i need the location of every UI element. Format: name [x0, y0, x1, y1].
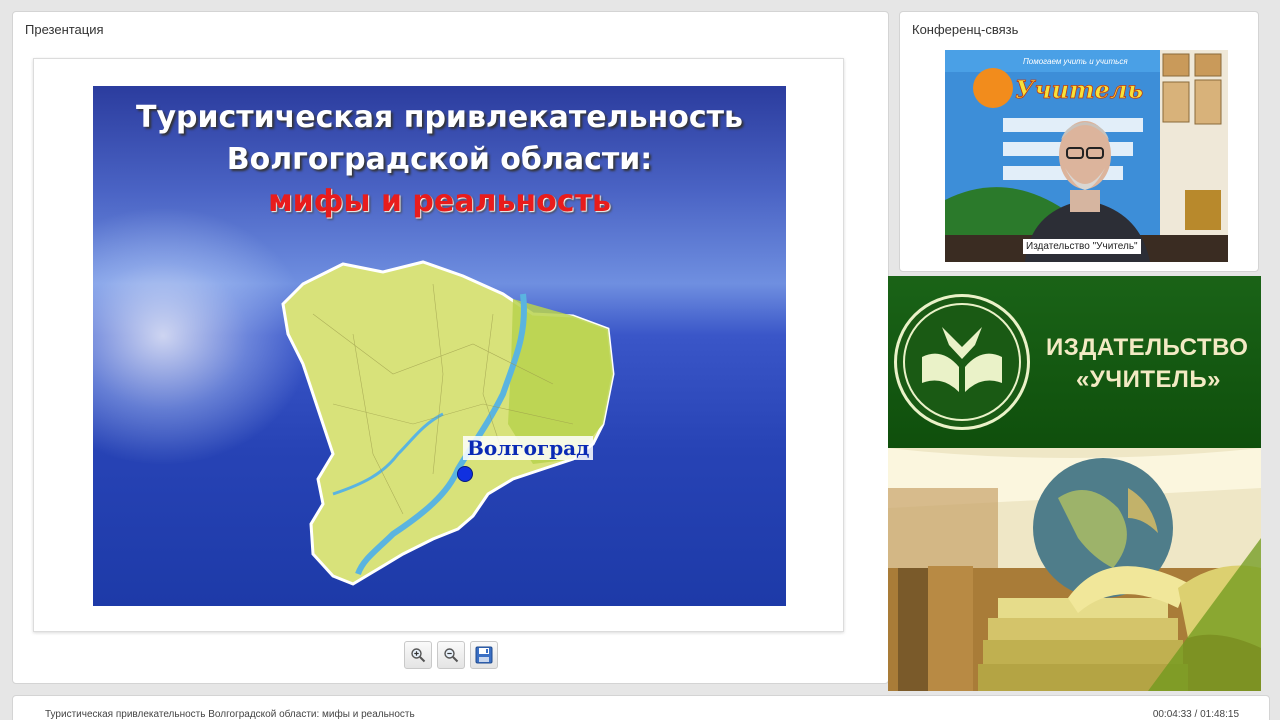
- conference-panel: Конференц-связь Помогаем учить и учиться…: [899, 11, 1259, 272]
- slide-title-line-2: Волгоградской области:: [226, 142, 653, 177]
- backdrop-brand: Учитель: [1015, 75, 1143, 104]
- slide-frame: Туристическая привлекательность Волгогра…: [33, 58, 844, 632]
- slide-subtitle: мифы и реальность: [268, 184, 611, 219]
- footer-presentation-title: Туристическая привлекательность Волгогра…: [45, 709, 415, 720]
- zoom-out-icon: [444, 648, 459, 663]
- slide: Туристическая привлекательность Волгогра…: [93, 86, 786, 606]
- save-button[interactable]: [470, 641, 498, 669]
- banner-title-line-2: «УЧИТЕЛЬ»: [1076, 366, 1221, 393]
- books-globe-image: [888, 448, 1261, 691]
- presentation-panel-title: Презентация: [25, 22, 104, 37]
- presentation-panel: Презентация Туристическая привлекательно…: [12, 11, 889, 684]
- city-label: Волгоград: [463, 436, 594, 460]
- conference-panel-title: Конференц-связь: [912, 22, 1019, 37]
- banner-title-line-1: ИЗДАТЕЛЬСТВО: [1046, 334, 1249, 361]
- publisher-logo: [894, 294, 1030, 430]
- books-illustration: [888, 448, 1261, 691]
- video-frame-image: Помогаем учить и учиться Учитель: [945, 50, 1228, 262]
- playback-time: 00:04:33 / 01:48:15: [1152, 709, 1239, 720]
- video-speaker-label: Издательство "Учитель": [1023, 239, 1141, 254]
- backdrop-slogan: Помогаем учить и учиться: [1023, 57, 1128, 66]
- book-logo-icon: [903, 303, 1021, 421]
- region-map-image: [281, 260, 615, 586]
- slide-title-line-1: Туристическая привлекательность: [135, 100, 744, 135]
- video-feed[interactable]: Помогаем учить и учиться Учитель Издател…: [945, 50, 1228, 262]
- zoom-in-button[interactable]: [404, 641, 432, 669]
- footer-bar: Туристическая привлекательность Волгогра…: [12, 695, 1270, 720]
- zoom-out-button[interactable]: [437, 641, 465, 669]
- city-marker: [457, 466, 473, 482]
- publisher-banner: ИЗДАТЕЛЬСТВО «УЧИТЕЛЬ»: [888, 276, 1261, 448]
- save-icon: [475, 646, 493, 664]
- zoom-in-icon: [411, 648, 426, 663]
